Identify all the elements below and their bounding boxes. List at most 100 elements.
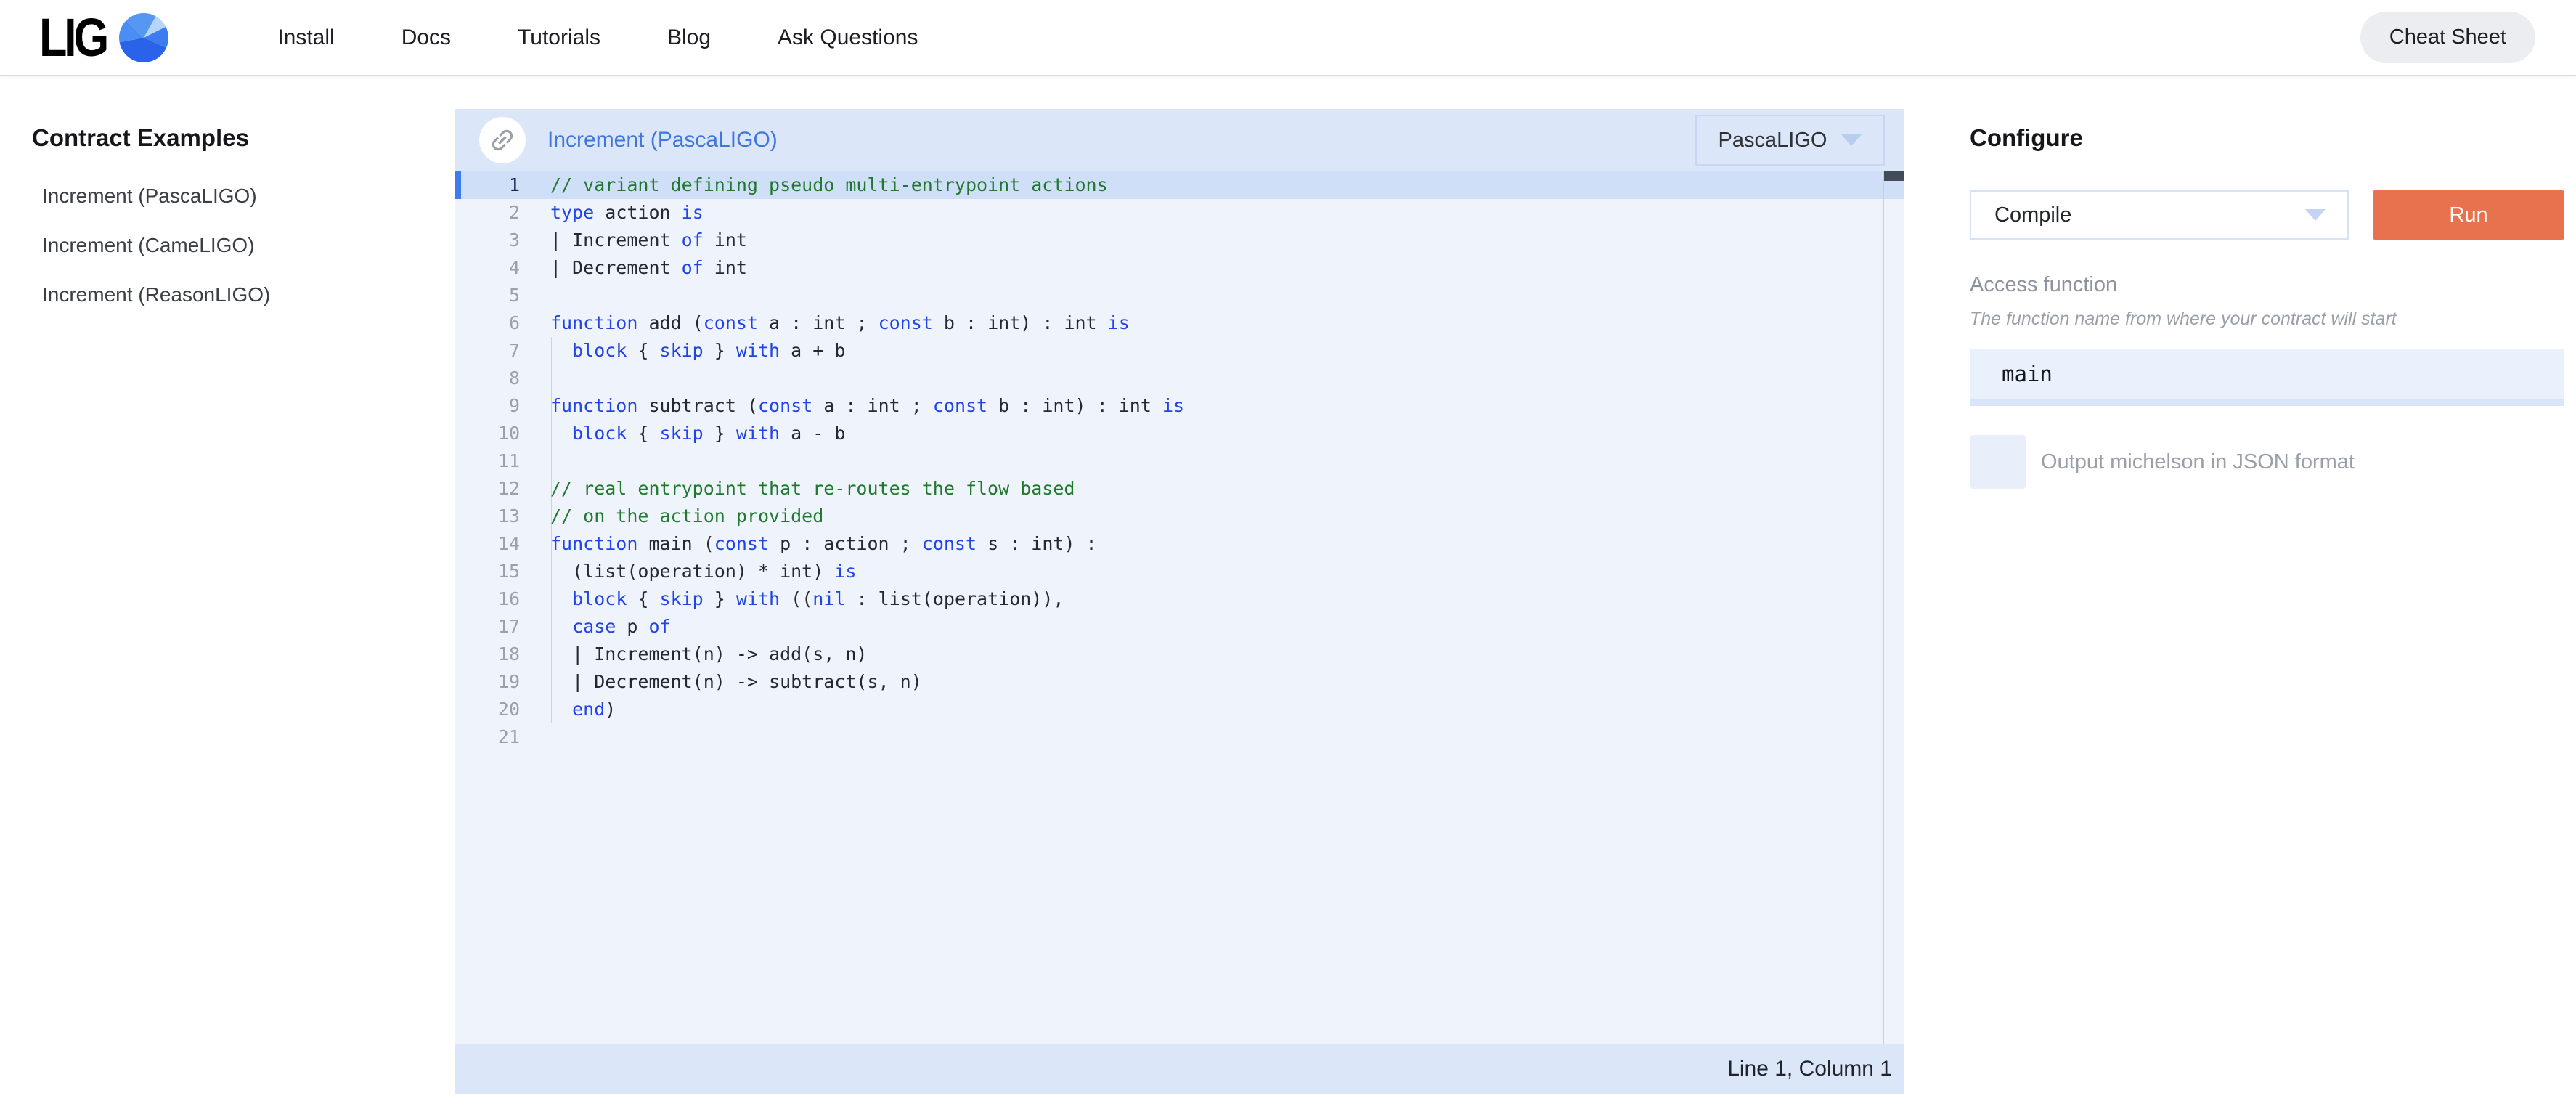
line-number: 12	[455, 475, 520, 503]
line-content: end)	[520, 696, 616, 723]
line-number: 21	[455, 723, 520, 751]
chevron-down-icon	[1841, 134, 1862, 146]
nav-link-blog[interactable]: Blog	[634, 25, 744, 50]
code-line[interactable]: 2type action is	[455, 199, 1904, 227]
code-line[interactable]: 11	[455, 447, 1904, 475]
line-number: 17	[455, 613, 520, 641]
line-content: case p of	[520, 613, 671, 641]
code-line[interactable]: 17 case p of	[455, 613, 1904, 641]
line-number: 4	[455, 254, 520, 282]
line-number: 18	[455, 641, 520, 668]
json-output-checkbox[interactable]	[1970, 435, 2026, 489]
code-line[interactable]: 14function main (const p : action ; cons…	[455, 530, 1904, 558]
line-number: 5	[455, 282, 520, 309]
line-content: block { skip } with a + b	[520, 337, 845, 365]
code-line[interactable]: 13// on the action provided	[455, 503, 1904, 530]
ligo-logo-text: LIG	[39, 11, 106, 65]
line-number: 3	[455, 227, 520, 254]
code-line[interactable]: 10 block { skip } with a - b	[455, 420, 1904, 447]
line-number: 1	[455, 171, 520, 199]
line-number: 14	[455, 530, 520, 558]
code-line[interactable]: 21	[455, 723, 1904, 751]
code-line[interactable]: 15 (list(operation) * int) is	[455, 558, 1904, 585]
line-content: block { skip } with a - b	[520, 420, 845, 447]
cursor-position-text: Line 1, Column 1	[1727, 1057, 1892, 1081]
code-editor[interactable]: 1// variant defining pseudo multi-entryp…	[455, 171, 1904, 1044]
line-content: function subtract (const a : int ; const…	[520, 392, 1184, 420]
code-line[interactable]: 4| Decrement of int	[455, 254, 1904, 282]
line-number: 11	[455, 447, 520, 475]
editor-panel: Increment (PascaLIGO) PascaLIGO 1// vari…	[455, 109, 1904, 1094]
line-content	[520, 723, 550, 751]
command-select-value: Compile	[1994, 203, 2071, 227]
line-number: 7	[455, 337, 520, 365]
code-line[interactable]: 19 | Decrement(n) -> subtract(s, n)	[455, 668, 1904, 696]
line-content: // on the action provided	[520, 503, 823, 530]
code-line[interactable]: 7 block { skip } with a + b	[455, 337, 1904, 365]
code-line[interactable]: 16 block { skip } with ((nil : list(oper…	[455, 585, 1904, 613]
nav-links: InstallDocsTutorialsBlogAsk Questions	[244, 25, 951, 50]
line-number: 2	[455, 199, 520, 227]
code-line[interactable]: 8	[455, 365, 1904, 392]
access-function-input[interactable]	[1970, 349, 2564, 406]
line-content	[520, 365, 550, 392]
line-number: 8	[455, 365, 520, 392]
line-content: | Increment(n) -> add(s, n)	[520, 641, 868, 668]
access-function-hint: The function name from where your contra…	[1970, 309, 2564, 330]
ligo-logo[interactable]: LIG	[39, 11, 168, 65]
sidebar-item[interactable]: Increment (ReasonLIGO)	[32, 270, 439, 320]
configure-panel: Configure Compile Run Access function Th…	[1970, 123, 2564, 489]
access-function-label: Access function	[1970, 273, 2564, 297]
code-line[interactable]: 20 end)	[455, 696, 1904, 723]
line-number: 19	[455, 668, 520, 696]
editor-header: Increment (PascaLIGO) PascaLIGO	[455, 109, 1904, 171]
share-link-button[interactable]	[479, 117, 526, 163]
run-button[interactable]: Run	[2373, 190, 2564, 240]
chevron-down-icon	[2305, 209, 2326, 221]
code-line[interactable]: 5	[455, 282, 1904, 309]
code-line[interactable]: 18 | Increment(n) -> add(s, n)	[455, 641, 1904, 668]
link-icon	[482, 120, 523, 161]
sidebar-item[interactable]: Increment (CameLIGO)	[32, 221, 439, 270]
code-line[interactable]: 1// variant defining pseudo multi-entryp…	[455, 171, 1904, 199]
sidebar-items: Increment (PascaLIGO)Increment (CameLIGO…	[32, 171, 439, 320]
code-line[interactable]: 12// real entrypoint that re-routes the …	[455, 475, 1904, 503]
line-content: block { skip } with ((nil : list(operati…	[520, 585, 1064, 613]
editor-scrollbar[interactable]	[1883, 171, 1904, 1044]
line-content: type action is	[520, 199, 704, 227]
line-number: 15	[455, 558, 520, 585]
line-content: | Increment of int	[520, 227, 747, 254]
line-content: | Decrement of int	[520, 254, 747, 282]
line-number: 13	[455, 503, 520, 530]
sidebar-title: Contract Examples	[32, 123, 439, 153]
editor-scrollbar-thumb[interactable]	[1884, 171, 1904, 181]
contract-examples-sidebar: Contract Examples Increment (PascaLIGO)I…	[32, 123, 439, 320]
nav-link-ask-questions[interactable]: Ask Questions	[744, 25, 951, 50]
language-select[interactable]: PascaLIGO	[1695, 115, 1885, 166]
editor-status-bar: Line 1, Column 1	[455, 1044, 1904, 1094]
line-content: // real entrypoint that re-routes the fl…	[520, 475, 1075, 503]
top-navbar: LIG InstallDocsTutorialsBlogAsk Question…	[0, 0, 2576, 76]
nav-link-tutorials[interactable]: Tutorials	[484, 25, 634, 50]
code-lines: 1// variant defining pseudo multi-entryp…	[455, 171, 1904, 751]
code-line[interactable]: 9function subtract (const a : int ; cons…	[455, 392, 1904, 420]
sidebar-item[interactable]: Increment (PascaLIGO)	[32, 171, 439, 221]
ligo-logo-orb-icon	[119, 13, 168, 62]
line-number: 9	[455, 392, 520, 420]
nav-link-docs[interactable]: Docs	[368, 25, 484, 50]
line-content: function main (const p : action ; const …	[520, 530, 1097, 558]
line-content: // variant defining pseudo multi-entrypo…	[520, 171, 1108, 199]
cheat-sheet-button[interactable]: Cheat Sheet	[2360, 12, 2535, 63]
language-select-value: PascaLIGO	[1719, 129, 1827, 153]
line-number: 10	[455, 420, 520, 447]
line-content	[520, 282, 550, 309]
command-select[interactable]: Compile	[1970, 190, 2349, 240]
nav-link-install[interactable]: Install	[244, 25, 367, 50]
code-line[interactable]: 6function add (const a : int ; const b :…	[455, 309, 1904, 337]
line-number: 16	[455, 585, 520, 613]
configure-title: Configure	[1970, 123, 2564, 153]
json-output-label: Output michelson in JSON format	[2041, 450, 2355, 474]
json-output-row: Output michelson in JSON format	[1970, 435, 2564, 489]
code-line[interactable]: 3| Increment of int	[455, 227, 1904, 254]
command-row: Compile Run	[1970, 190, 2564, 240]
